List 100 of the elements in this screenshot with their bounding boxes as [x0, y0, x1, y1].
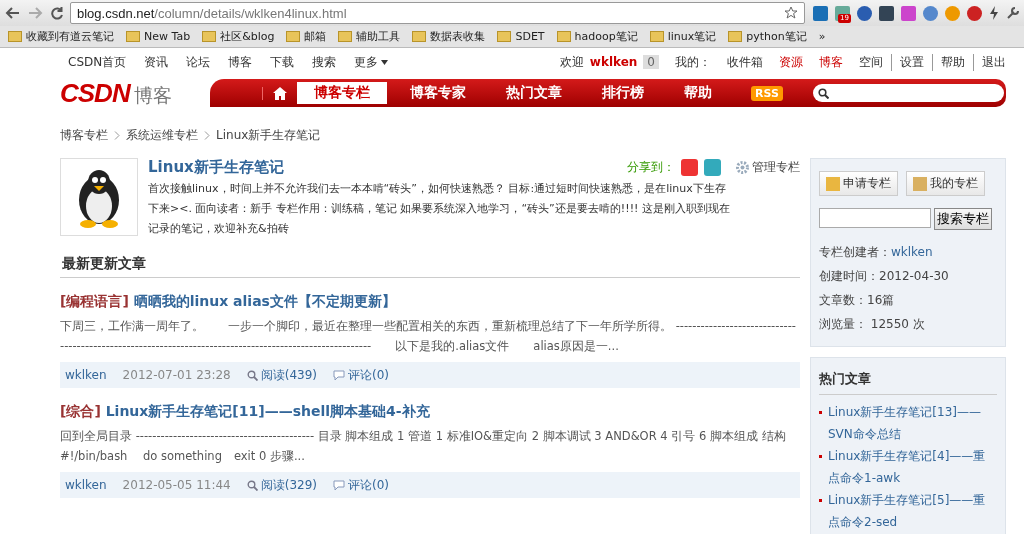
article-title[interactable]: [编程语言] 晒晒我的linux alias文件【不定期更新】: [60, 290, 800, 312]
back-icon[interactable]: [4, 7, 22, 19]
author-link[interactable]: wklken: [65, 368, 107, 382]
bookmark-item[interactable]: hadoop笔记: [556, 29, 638, 44]
bookmark-item[interactable]: 收藏到有道云笔记: [8, 29, 114, 44]
search-icon: [246, 369, 258, 381]
article-summary: 下周三，工作满一周年了。 一步一个脚印，最近在整理一些配置相关的东西，重新梳理总结了下一年所学所得。 -------------------------------------------------------------------------------------------------------- 以下是我的.alias文件 alias原因是一...: [60, 318, 797, 355]
bookmark-item[interactable]: linux笔记: [649, 29, 717, 44]
share-label: 分享到：: [627, 159, 675, 176]
author-link[interactable]: wklken: [65, 478, 107, 492]
gear-icon: [735, 160, 750, 175]
bookmark-item[interactable]: python笔记: [728, 29, 807, 44]
nav-link[interactable]: 博客: [228, 53, 253, 71]
search-column-button[interactable]: 搜索专栏: [934, 208, 992, 230]
bookmark-item[interactable]: New Tab: [126, 30, 191, 43]
nav-link[interactable]: 退出: [973, 53, 1006, 71]
article-summary: 回到全局目录 ------------------------------------------- 目录 脚本组成 1 管道 1 标准IO&重定向 2 脚本调试 3 AND&OR 4 引号 6 脚本组成 结构 #!/bin/bash do something exit 0 步骤...: [60, 428, 787, 465]
folder-icon: [126, 31, 140, 42]
my-column-button[interactable]: 我的专栏: [906, 171, 985, 196]
nav-link[interactable]: 论坛: [186, 53, 211, 71]
read-count-link[interactable]: 阅读(439): [246, 366, 318, 384]
search-icon: [246, 479, 258, 491]
bookmark-item[interactable]: 辅助工具: [338, 29, 401, 44]
manage-column-link[interactable]: 管理专栏: [735, 159, 800, 176]
hot-articles-title: 热门文章: [819, 370, 997, 395]
bullet-icon: [819, 455, 822, 458]
column-description: 首次接触linux，时间上并不允许我们去一本本啃“砖头”，如何快速熟悉？ 目标:通过短时间快速熟悉，是在linux下生存下来><. 面向读者：新手 专栏作用：训练稿，笔记 如果要系统深入地学习，“砖头”还是要去啃的!!!! 这是刚入职到现在记录的笔记，欢迎补充&拍砖: [148, 181, 731, 237]
creator-link[interactable]: wklken: [891, 245, 933, 259]
nav-link[interactable]: 搜索: [312, 53, 337, 71]
nav-tab[interactable]: 帮助: [667, 82, 729, 104]
folder-icon: [556, 31, 571, 42]
star-icon[interactable]: [784, 6, 798, 20]
hot-article-link[interactable]: Linux新手生存笔记[13]——SVN命令总结: [828, 401, 997, 445]
breadcrumb-link[interactable]: 博客专栏: [60, 127, 108, 144]
bookmark-item[interactable]: 邮箱: [286, 29, 327, 44]
breadcrumb-link[interactable]: Linux新手生存笔记: [216, 127, 321, 144]
nav-link[interactable]: 空间: [859, 53, 883, 71]
nav-link[interactable]: 收件箱: [727, 53, 763, 71]
chevron-icon: [114, 131, 120, 140]
caret-icon: [381, 59, 389, 65]
hot-article-link[interactable]: Linux新手生存笔记[5]——重点命令2-sed: [828, 489, 997, 533]
welcome-text: 欢迎: [559, 53, 584, 71]
comment-link[interactable]: 评论(0): [333, 476, 390, 494]
reload-icon[interactable]: [48, 6, 66, 20]
chevron-icon: [204, 131, 210, 140]
nav-link[interactable]: 下载: [270, 53, 295, 71]
article-date: 2012-07-01 23:28: [122, 368, 231, 382]
extension-icon[interactable]: [813, 5, 828, 21]
nav-link[interactable]: CSDN首页: [68, 53, 127, 71]
column-stat: 浏览量： 12550 次: [819, 316, 926, 333]
bookmark-item[interactable]: 社区&blog: [202, 29, 275, 44]
bullet-icon: [819, 411, 822, 414]
extension-icon[interactable]: [879, 5, 894, 21]
column-stat: 文章数：16篇: [819, 292, 896, 309]
wrench-icon[interactable]: [1006, 6, 1020, 20]
folder-icon: [286, 31, 301, 42]
nav-tab[interactable]: 博客专栏: [297, 82, 387, 104]
bookmark-item[interactable]: 数据表收集: [412, 29, 486, 44]
nav-tab[interactable]: 排行榜: [585, 82, 661, 104]
nav-link[interactable]: 帮助: [932, 53, 965, 71]
more-bookmarks-button[interactable]: »: [818, 30, 826, 43]
hot-article-link[interactable]: Linux新手生存笔记[4]——重点命令1-awk: [828, 445, 997, 489]
bookmark-item[interactable]: SDET: [497, 30, 545, 43]
folder-icon: [728, 31, 743, 42]
folder-icon: [497, 31, 512, 42]
speech-bubble-icon: [333, 479, 346, 491]
column-title[interactable]: Linux新手生存笔记: [148, 158, 284, 177]
speech-bubble-icon: [333, 369, 346, 381]
folder-icon: [412, 31, 427, 42]
comment-link[interactable]: 评论(0): [333, 366, 390, 384]
message-count: 0: [643, 55, 659, 69]
bullet-icon: [819, 499, 822, 502]
username-link[interactable]: wklken: [589, 55, 638, 69]
nav-tab[interactable]: 博客专家: [393, 82, 483, 104]
url-text: blog.csdn.net/column/details/wklken4linux.html: [77, 5, 347, 21]
nav-link[interactable]: 设置: [891, 53, 924, 71]
search-field[interactable]: [813, 84, 1004, 102]
nav-tab[interactable]: 热门文章: [489, 82, 579, 104]
nav-link[interactable]: 更多: [354, 53, 389, 71]
folder-icon: [8, 31, 22, 42]
section-title: 最新更新文章: [60, 255, 800, 278]
nav-link[interactable]: 资讯: [144, 53, 169, 71]
creator-label: 专栏创建者：: [819, 245, 891, 259]
my-label: 我的：: [675, 53, 711, 71]
column-search-field[interactable]: [819, 208, 931, 228]
apply-column-button[interactable]: 申请专栏: [819, 171, 898, 196]
nav-link[interactable]: 资源: [779, 53, 803, 71]
search-icon: [818, 87, 829, 99]
article-title[interactable]: [综合] Linux新手生存笔记[11]——shell脚本基础4-补充: [60, 400, 800, 422]
column-stat: 创建时间：2012-04-30: [819, 268, 950, 285]
read-count-link[interactable]: 阅读(329): [246, 476, 318, 494]
lightning-icon[interactable]: [989, 6, 999, 20]
breadcrumb-link[interactable]: 系统运维专栏: [126, 127, 198, 144]
folder-icon: [649, 31, 664, 42]
folder-icon: [202, 31, 217, 42]
address-bar[interactable]: blog.csdn.net/column/details/wklken4linux.html: [70, 2, 805, 24]
nav-link[interactable]: 博客: [819, 53, 843, 71]
folder-icon: [338, 31, 353, 42]
csdn-logo[interactable]: CSDN博客: [60, 77, 210, 109]
article-date: 2012-05-05 11:44: [122, 478, 231, 492]
